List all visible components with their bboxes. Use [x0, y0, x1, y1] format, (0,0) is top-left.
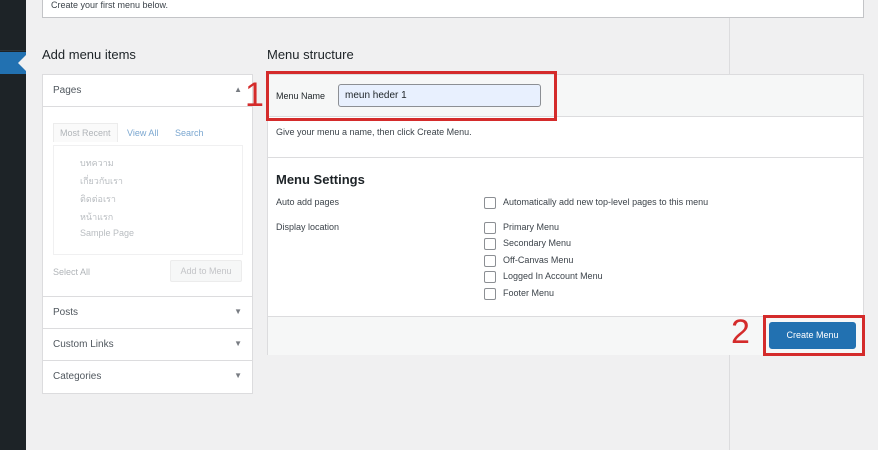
- location-label: Footer Menu: [503, 288, 555, 298]
- chevron-up-icon: ▲: [234, 85, 242, 94]
- page-item[interactable]: เกี่ยวกับเรา: [80, 174, 123, 188]
- location-checkbox[interactable]: [484, 271, 496, 283]
- page-item[interactable]: Sample Page: [80, 228, 134, 238]
- accordion-custom-links-header[interactable]: Custom Links ▼: [43, 329, 252, 361]
- annotation-box-create-menu: [763, 315, 865, 356]
- top-notice-text: Create your first menu below.: [51, 0, 169, 10]
- location-label: Off-Canvas Menu: [503, 255, 574, 265]
- annotation-box-menu-name: [266, 71, 557, 121]
- location-label: Primary Menu: [503, 222, 560, 232]
- page-item[interactable]: บทความ: [80, 156, 114, 170]
- select-all-link[interactable]: Select All: [53, 267, 90, 277]
- menu-divider: [268, 157, 863, 158]
- annotation-step-2: 2: [731, 313, 750, 351]
- accordion-posts-header[interactable]: Posts ▼: [43, 297, 252, 329]
- annotation-step-1: 1: [245, 76, 264, 114]
- add-menu-items-accordion: Pages ▲ Most Recent View All Search บทคว…: [42, 74, 253, 394]
- active-menu-arrow-icon: [18, 55, 26, 71]
- display-location-label: Display location: [276, 222, 340, 232]
- menu-structure-title: Menu structure: [267, 47, 354, 62]
- add-menu-items-title: Add menu items: [42, 47, 136, 62]
- pages-checklist: บทความ เกี่ยวกับเรา ติดต่อเรา หน้าแรก Sa…: [53, 145, 243, 255]
- auto-add-checkbox[interactable]: [484, 197, 496, 209]
- accordion-categories-header[interactable]: Categories ▼: [43, 361, 252, 393]
- auto-add-option-label: Automatically add new top-level pages to…: [503, 197, 709, 207]
- tab-view-all[interactable]: View All: [127, 128, 158, 138]
- chevron-down-icon: ▼: [234, 371, 242, 380]
- menu-settings-title: Menu Settings: [276, 172, 365, 187]
- chevron-down-icon: ▼: [234, 307, 242, 316]
- top-notice-card: Create your first menu below.: [42, 0, 864, 18]
- accordion-pages-header[interactable]: Pages ▲: [43, 75, 252, 107]
- location-label: Logged In Account Menu: [503, 271, 603, 281]
- page-item[interactable]: หน้าแรก: [80, 210, 113, 224]
- page-item[interactable]: ติดต่อเรา: [80, 192, 116, 206]
- chevron-down-icon: ▼: [234, 339, 242, 348]
- tab-search[interactable]: Search: [175, 128, 204, 138]
- location-checkbox[interactable]: [484, 288, 496, 300]
- location-checkbox[interactable]: [484, 238, 496, 250]
- pages-panel: Most Recent View All Search บทความ เกี่ย…: [43, 107, 252, 297]
- auto-add-pages-label: Auto add pages: [276, 197, 340, 207]
- location-checkbox[interactable]: [484, 222, 496, 234]
- location-label: Secondary Menu: [503, 238, 572, 248]
- accordion-pages-label: Pages: [53, 85, 82, 96]
- accordion-custom-links-label: Custom Links: [53, 339, 114, 350]
- accordion-categories-label: Categories: [53, 371, 102, 382]
- location-checkbox[interactable]: [484, 255, 496, 267]
- accordion-posts-label: Posts: [53, 307, 79, 318]
- tab-most-recent[interactable]: Most Recent: [53, 123, 118, 142]
- add-to-menu-button[interactable]: Add to Menu: [170, 260, 242, 282]
- menu-name-hint: Give your menu a name, then click Create…: [276, 127, 472, 137]
- admin-sidebar: [0, 0, 26, 450]
- admin-sidebar-separator: [0, 50, 26, 51]
